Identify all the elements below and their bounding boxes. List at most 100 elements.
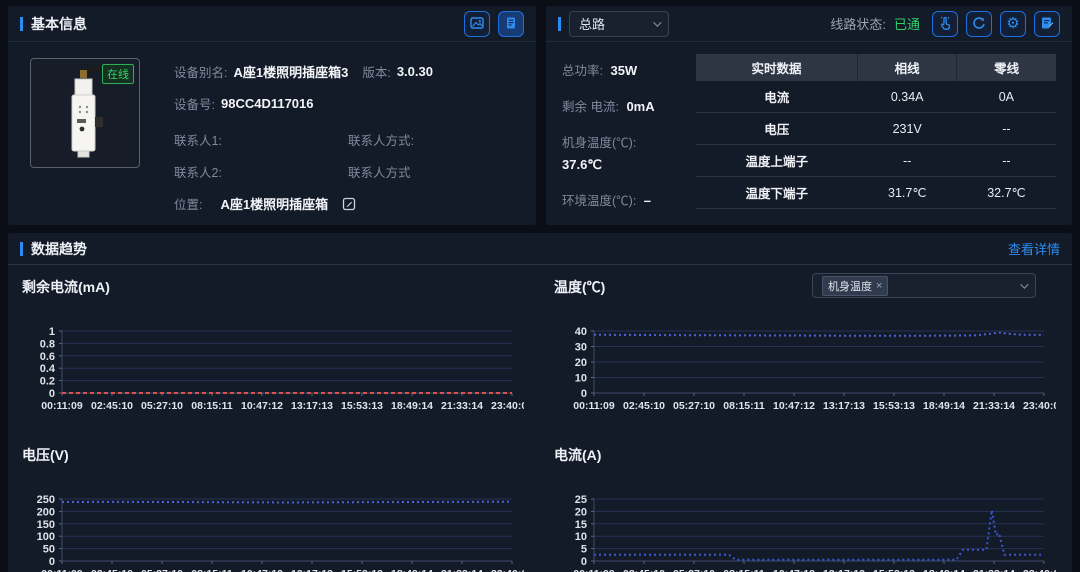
svg-text:02:45:10: 02:45:10 bbox=[623, 568, 665, 572]
svg-text:0.2: 0.2 bbox=[40, 376, 55, 388]
basic-info-panel: 基本信息 bbox=[8, 6, 536, 225]
version-label: 版本: bbox=[362, 62, 390, 81]
chevron-down-icon bbox=[1020, 280, 1028, 288]
realtime-body: 总功率: 35W 剩余 电流: 0mA 机身温度(℃): 37.6℃ 环境温度(… bbox=[546, 42, 1072, 209]
total-power-value: 35W bbox=[610, 63, 637, 78]
svg-text:10:47:12: 10:47:12 bbox=[773, 400, 815, 412]
svg-text:21:33:14: 21:33:14 bbox=[973, 400, 1015, 412]
svg-text:08:15:11: 08:15:11 bbox=[723, 400, 765, 412]
device-card-icon bbox=[504, 16, 518, 32]
contact-method1-label: 联系人方式: bbox=[348, 130, 414, 149]
device-photo: 在线 bbox=[30, 58, 140, 168]
gear-icon: ⚙ bbox=[1006, 16, 1019, 31]
svg-text:0: 0 bbox=[49, 388, 55, 400]
table-cell: -- bbox=[957, 145, 1056, 177]
svg-text:15:53:13: 15:53:13 bbox=[341, 400, 383, 412]
voltage-chart-title: 电压(V) bbox=[22, 445, 526, 465]
view-details-link[interactable]: 查看详情 bbox=[1008, 239, 1060, 258]
ambient-temp-label: 环境温度(℃): bbox=[562, 194, 636, 208]
info-row-device-no: 设备号: 98CC4D117016 bbox=[174, 94, 522, 113]
svg-text:0: 0 bbox=[581, 556, 587, 568]
svg-text:50: 50 bbox=[43, 544, 55, 556]
current-chart-title: 电流(A) bbox=[554, 445, 1058, 465]
residual-current-chart: 00.20.40.60.8100:11:0902:45:1005:27:1008… bbox=[22, 325, 526, 424]
voltage-chart: 05010015020025000:11:0902:45:1005:27:100… bbox=[22, 493, 526, 572]
realtime-table: 实时数据相线零线 电流0.34A0A电压231V--温度上端子----温度下端子… bbox=[696, 54, 1056, 209]
realtime-table-body: 电流0.34A0A电压231V--温度上端子----温度下端子31.7℃32.7… bbox=[696, 81, 1056, 209]
table-cell: 0A bbox=[957, 81, 1056, 113]
svg-text:23:40:00: 23:40:00 bbox=[1023, 400, 1056, 412]
svg-text:30: 30 bbox=[575, 342, 587, 354]
info-row-location: 位置: A座1楼照明插座箱 bbox=[174, 194, 522, 213]
table-cell: 电压 bbox=[696, 113, 858, 145]
device-alias-value: A座1楼照明插座箱3 bbox=[233, 62, 348, 81]
remove-tag-icon[interactable]: × bbox=[876, 280, 882, 292]
touch-control-button[interactable] bbox=[932, 11, 958, 37]
svg-text:13:17:13: 13:17:13 bbox=[823, 568, 865, 572]
svg-text:08:15:11: 08:15:11 bbox=[191, 568, 233, 572]
svg-text:21:33:14: 21:33:14 bbox=[441, 400, 483, 412]
svg-text:0.8: 0.8 bbox=[40, 338, 55, 350]
table-cell: 231V bbox=[858, 113, 957, 145]
svg-text:02:45:10: 02:45:10 bbox=[623, 400, 665, 412]
data-trend-panel: 数据趋势 查看详情 剩余电流(mA) 00.20.40.60.8100:11:0… bbox=[8, 233, 1072, 572]
basic-info-title: 基本信息 bbox=[31, 14, 87, 34]
edit-location-icon[interactable] bbox=[342, 197, 356, 211]
circuit-select[interactable]: 总路 bbox=[569, 11, 669, 37]
svg-text:02:45:10: 02:45:10 bbox=[91, 568, 133, 572]
svg-text:40: 40 bbox=[575, 326, 587, 338]
refresh-button[interactable] bbox=[966, 11, 992, 37]
info-row-contact2: 联系人2: 联系人方式 bbox=[174, 162, 522, 181]
table-cell: 温度下端子 bbox=[696, 177, 858, 209]
table-header-cell: 实时数据 bbox=[696, 54, 858, 81]
table-cell: 31.7℃ bbox=[858, 177, 957, 209]
contact-method2-label: 联系人方式 bbox=[348, 162, 411, 181]
table-cell: 电流 bbox=[696, 81, 858, 113]
svg-text:20: 20 bbox=[575, 506, 587, 518]
svg-text:20: 20 bbox=[575, 357, 587, 369]
table-row: 电压231V-- bbox=[696, 113, 1056, 145]
basic-info-actions bbox=[464, 11, 524, 37]
svg-text:18:49:14: 18:49:14 bbox=[391, 400, 433, 412]
table-cell: 温度上端子 bbox=[696, 145, 858, 177]
table-row: 电流0.34A0A bbox=[696, 81, 1056, 113]
svg-text:00:11:09: 00:11:09 bbox=[573, 568, 615, 572]
temperature-series-select[interactable]: 机身温度 × bbox=[812, 273, 1036, 298]
settings-button[interactable]: ⚙ bbox=[1000, 11, 1026, 37]
svg-text:08:15:11: 08:15:11 bbox=[191, 400, 233, 412]
ambient-temp-stat: 环境温度(℃): – bbox=[562, 190, 690, 209]
svg-text:02:45:10: 02:45:10 bbox=[91, 400, 133, 412]
svg-text:00:11:09: 00:11:09 bbox=[41, 400, 83, 412]
svg-text:0: 0 bbox=[581, 388, 587, 400]
svg-text:0: 0 bbox=[49, 556, 55, 568]
table-header-cell: 零线 bbox=[957, 54, 1056, 81]
svg-text:10: 10 bbox=[575, 373, 587, 385]
table-header-cell: 相线 bbox=[858, 54, 957, 81]
residual-current-value: 0mA bbox=[626, 99, 654, 114]
contact1-label: 联系人1: bbox=[174, 130, 222, 149]
device-card-button[interactable] bbox=[498, 11, 524, 37]
realtime-table-head: 实时数据相线零线 bbox=[696, 54, 1056, 81]
svg-text:00:11:09: 00:11:09 bbox=[573, 400, 615, 412]
svg-text:05:27:10: 05:27:10 bbox=[673, 400, 715, 412]
section-accent-bar bbox=[20, 17, 23, 31]
svg-text:200: 200 bbox=[37, 506, 55, 518]
svg-text:21:33:14: 21:33:14 bbox=[441, 568, 483, 572]
circuit-select-value: 总路 bbox=[579, 14, 605, 33]
residual-current-chart-title: 剩余电流(mA) bbox=[22, 277, 526, 297]
touch-icon bbox=[938, 16, 952, 32]
svg-text:08:15:11: 08:15:11 bbox=[723, 568, 765, 572]
svg-text:05:27:10: 05:27:10 bbox=[141, 568, 183, 572]
location-label: 位置: bbox=[174, 194, 202, 213]
table-row: 温度下端子31.7℃32.7℃ bbox=[696, 177, 1056, 209]
device-no-label: 设备号: bbox=[174, 94, 215, 113]
svg-text:0.6: 0.6 bbox=[40, 351, 55, 363]
contact2-label: 联系人2: bbox=[174, 162, 222, 181]
svg-text:23:40:00: 23:40:00 bbox=[491, 400, 524, 412]
edit-log-button[interactable] bbox=[1034, 11, 1060, 37]
location-value: A座1楼照明插座箱 bbox=[220, 194, 328, 213]
svg-text:0.4: 0.4 bbox=[40, 363, 56, 375]
svg-text:23:40:00: 23:40:00 bbox=[1023, 568, 1056, 572]
image-button[interactable] bbox=[464, 11, 490, 37]
data-trend-header: 数据趋势 查看详情 bbox=[8, 233, 1072, 265]
